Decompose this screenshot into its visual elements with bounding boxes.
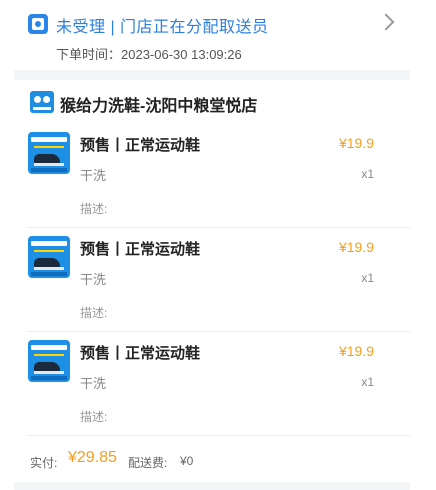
- item-title: 预售丨正常运动鞋: [80, 241, 201, 258]
- order-status-icon: [28, 14, 48, 34]
- item-service: 干洗: [80, 376, 107, 391]
- shoe-thumbnail-icon: [28, 132, 70, 174]
- paid-label: 实付:: [30, 456, 58, 470]
- shoe-thumbnail-icon: [28, 340, 70, 382]
- order-item[interactable]: 预售丨正常运动鞋 ¥19.9 干洗 x1 描述:: [14, 332, 410, 436]
- item-service: 干洗: [80, 272, 107, 287]
- store-name: 猴给力洗鞋-沈阳中粮堂悦店: [60, 98, 258, 115]
- item-price: ¥19.9: [338, 343, 374, 359]
- shoe-thumbnail-icon: [28, 236, 70, 278]
- delivery-fee-amount: ¥0: [180, 454, 194, 468]
- item-title: 预售丨正常运动鞋: [80, 345, 201, 362]
- store-header[interactable]: 猴给力洗鞋-沈阳中粮堂悦店: [14, 80, 410, 124]
- item-title: 预售丨正常运动鞋: [80, 137, 201, 154]
- order-status-text: 未受理 | 门店正在分配取送员: [56, 19, 269, 36]
- store-logo-icon: [30, 91, 54, 113]
- item-description-label: 描述:: [80, 306, 108, 320]
- item-service: 干洗: [80, 168, 107, 183]
- item-price: ¥19.9: [338, 135, 374, 151]
- delivery-fee-label: 配送费:: [128, 456, 168, 470]
- item-quantity: x1: [361, 167, 374, 181]
- chevron-right-icon[interactable]: [377, 13, 395, 31]
- paid-amount: ¥29.85: [68, 449, 117, 466]
- item-quantity: x1: [361, 375, 374, 389]
- order-time-value: 2023-06-30 13:09:26: [121, 47, 242, 62]
- order-summary: 实付: ¥29.85 配送费: ¥0: [14, 436, 410, 482]
- order-status-bar[interactable]: 未受理 | 门店正在分配取送员 下单时间：2023-06-30 13:09:26: [14, 0, 410, 70]
- bottom-divider: [14, 482, 410, 490]
- order-time: 下单时间：2023-06-30 13:09:26: [56, 44, 242, 63]
- item-description-label: 描述:: [80, 202, 108, 216]
- item-price: ¥19.9: [338, 239, 374, 255]
- item-quantity: x1: [361, 271, 374, 285]
- section-divider: [14, 70, 410, 80]
- order-time-label: 下单时间：: [56, 47, 122, 62]
- item-description-label: 描述:: [80, 410, 108, 424]
- order-item[interactable]: 预售丨正常运动鞋 ¥19.9 干洗 x1 描述:: [14, 228, 410, 332]
- order-item[interactable]: 预售丨正常运动鞋 ¥19.9 干洗 x1 描述:: [14, 124, 410, 228]
